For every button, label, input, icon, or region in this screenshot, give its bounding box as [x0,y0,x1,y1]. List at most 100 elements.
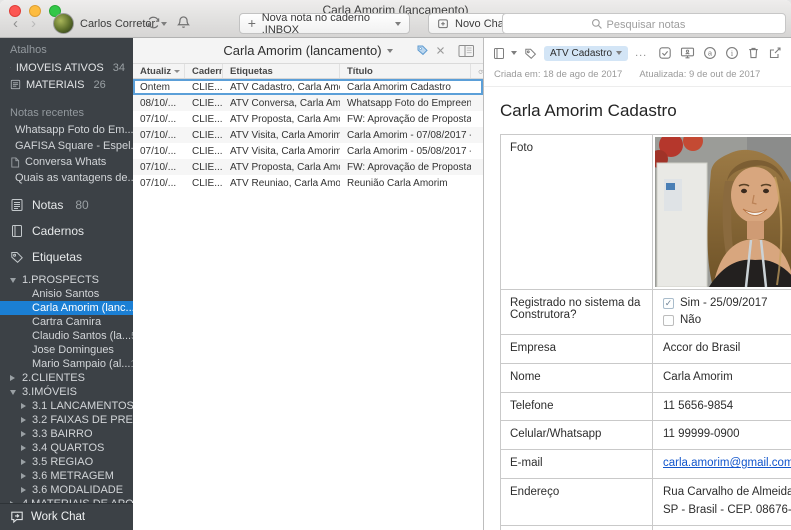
column-header-caderno[interactable]: Caderno [185,64,223,78]
sidebar-tag-lancamentos[interactable]: 3.1 LANCAMENTOS [0,399,133,413]
field-value[interactable] [653,135,791,290]
sidebar-tag-modalidade[interactable]: 3.6 MODALIDADE [0,483,133,497]
clear-filter-icon[interactable] [436,46,445,55]
field-label[interactable]: Empresa [501,335,653,364]
chevron-right-icon[interactable] [21,473,26,479]
note-list-title[interactable]: Carla Amorim (lancamento) [223,43,381,58]
sidebar-tag-imoveis[interactable]: 3.IMÓVEIS [0,385,133,399]
more-tags-indicator[interactable]: ... [635,49,647,57]
notes-icon [10,198,24,212]
chevron-right-icon[interactable] [21,459,26,465]
sidebar-tag-quartos[interactable]: 3.4 QUARTOS [0,441,133,455]
field-label[interactable]: Telefone [501,392,653,421]
field-value[interactable]: 11 5656-9854 [653,392,791,421]
annotate-icon[interactable]: a [703,46,717,60]
chevron-right-icon[interactable] [21,487,26,493]
note-row[interactable]: 07/10/...CLIE... ATV Visita, Carla Amori… [133,127,483,143]
shortcut-label: MATERIAIS [26,79,84,91]
back-icon[interactable]: ‹ [13,15,18,33]
chevron-right-icon[interactable] [21,431,26,437]
field-value[interactable]: Roberta Dias [653,525,791,530]
share-icon[interactable] [768,46,782,60]
sidebar-tag-clientes[interactable]: 2.CLIENTES [0,371,133,385]
chevron-down-icon[interactable] [10,278,16,283]
search-input[interactable] [503,14,789,35]
field-value[interactable]: Rua Carvalho de Almeida, 45 SP - Brasil … [653,479,791,526]
note-row[interactable]: 07/10/...CLIE... ATV Proposta, Carla Amo… [133,159,483,175]
tag-label: 2.CLIENTES [22,372,85,384]
shortcut-imoveis-ativos[interactable]: IMOVEIS ATIVOS 34 [0,59,133,76]
new-note-button[interactable]: Nova nota no caderno .INBOX [239,13,410,34]
sidebar-tag-jose-domingues[interactable]: Jose Domingues [0,343,133,357]
chevron-down-icon[interactable] [10,390,16,395]
checkbox-nao-row: Não [663,312,791,329]
chevron-right-icon[interactable] [10,375,15,381]
work-chat-button[interactable]: Work Chat [0,503,133,530]
field-label[interactable]: Celular/Whatsapp [501,421,653,450]
reminder-icon[interactable] [658,46,672,60]
sidebar-tag-bairro[interactable]: 3.3 BAIRRO [0,427,133,441]
field-label[interactable]: Indicação [501,525,653,530]
sidebar-item-cadernos[interactable]: Cadernos [0,218,133,244]
field-label[interactable]: E-mail [501,450,653,479]
field-value[interactable]: 11 99999-0900 [653,421,791,450]
sidebar-tag-anisio-santos[interactable]: Anisio Santos [0,287,133,301]
view-options-icon[interactable] [458,44,475,58]
sidebar-tag-faixas-de-preco[interactable]: 3.2 FAIXAS DE PREÇO [0,413,133,427]
column-header-titulo[interactable]: Título [340,64,471,78]
note-row[interactable]: 08/10/...CLIE... ATV Conversa, Carla Amo… [133,95,483,111]
trash-icon[interactable] [747,46,760,60]
info-icon[interactable]: i [725,46,739,60]
chevron-down-icon[interactable] [387,49,393,53]
shortcut-materiais[interactable]: MATERIAIS 26 [0,76,133,93]
recent-note-item[interactable]: Quais as vantagens de... [0,170,133,186]
sidebar-tag-mario-sampaio[interactable]: Mario Sampaio (al... 1 [0,357,133,371]
note-row[interactable]: 07/10/...CLIE... ATV Proposta, Carla Amo… [133,111,483,127]
sidebar-item-etiquetas[interactable]: Etiquetas [0,244,133,270]
bell-icon[interactable] [176,15,191,30]
note-row[interactable]: 07/10/...CLIE... ATV Visita, Carla Amori… [133,143,483,159]
tag-label: Carla Amorim (lanc... [32,302,133,314]
sync-icon[interactable] [146,15,161,30]
tag-filter-icon[interactable] [416,44,429,57]
sidebar-tag-metragem[interactable]: 3.6 METRAGEM [0,469,133,483]
field-value[interactable]: Accor do Brasil [653,335,791,364]
sidebar-tag-regiao[interactable]: 3.5 REGIAO [0,455,133,469]
chevron-right-icon[interactable] [21,445,26,451]
column-header-extra[interactable] [471,64,483,78]
present-icon[interactable] [680,46,695,60]
note-title[interactable]: Carla Amorim Cadastro [484,87,791,126]
email-link[interactable]: carla.amorim@gmail.com [663,457,791,469]
field-value[interactable]: Carla Amorim [653,363,791,392]
field-label[interactable]: Nome [501,363,653,392]
recent-note-item[interactable]: GAFISA Square - Espel... [0,138,133,154]
chevron-right-icon[interactable] [21,403,26,409]
notebook-icon[interactable] [493,47,507,60]
search-field[interactable] [502,13,786,34]
sidebar-item-notas[interactable]: Notas 80 [0,192,133,218]
column-header-atualiz[interactable]: Atualiz [133,64,185,78]
tag-chip[interactable]: ATV Cadastro [544,46,628,61]
recent-note-item[interactable]: Whatsapp Foto do Em... [0,122,133,138]
note-row[interactable]: OntemCLIE... ATV Cadastro, Carla Amorim.… [133,79,483,95]
shortcuts-header: Atalhos [0,38,133,59]
field-label[interactable]: Endereço [501,479,653,526]
note-list-column-headers: Atualiz Caderno Etiquetas Título [133,64,483,79]
sidebar-tag-cartra-camira[interactable]: Cartra Camira [0,315,133,329]
recent-note-item[interactable]: Conversa Whats [0,154,133,170]
field-label[interactable]: Foto [501,135,653,290]
field-label[interactable]: Registrado no sistema da Construtora? [501,290,653,335]
tag-label: Mario Sampaio (al... [32,358,130,370]
tag-icon[interactable] [524,47,537,60]
forward-icon[interactable]: › [31,15,36,33]
chevron-down-icon[interactable] [511,51,517,55]
note-rows: OntemCLIE... ATV Cadastro, Carla Amorim.… [133,79,483,191]
chevron-right-icon[interactable] [21,417,26,423]
note-row[interactable]: 07/10/...CLIE... ATV Reuniao, Carla Amor… [133,175,483,191]
sidebar-tag-prospects[interactable]: 1.PROSPECTS [0,273,133,287]
column-header-etiquetas[interactable]: Etiquetas [223,64,340,78]
sidebar-tag-claudio-santos[interactable]: Claudio Santos (la... 5 [0,329,133,343]
checkbox-unchecked-icon[interactable] [663,315,674,326]
checkbox-checked-icon[interactable]: ✓ [663,298,674,309]
sidebar-tag-carla-amorim[interactable]: Carla Amorim (lanc... 7 [0,301,133,315]
